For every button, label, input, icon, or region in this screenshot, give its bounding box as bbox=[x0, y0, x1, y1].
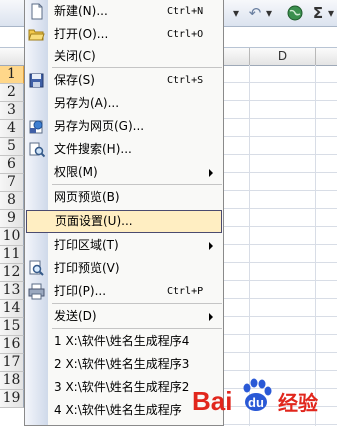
print-preview-icon bbox=[28, 260, 45, 277]
menu-item-label: 权限(M) bbox=[54, 165, 98, 179]
row-header-1[interactable]: 1 bbox=[0, 66, 24, 84]
row-header-16[interactable]: 16 bbox=[0, 336, 24, 354]
menu-item-label: 页面设置(U)... bbox=[55, 214, 133, 228]
autosum-dropdown-button[interactable]: ▾ bbox=[326, 3, 336, 23]
open-folder-icon bbox=[28, 26, 45, 43]
column-divider bbox=[315, 48, 316, 65]
menu-item-label: 3 X:\软件\姓名生成程序2 bbox=[54, 380, 190, 394]
menu-separator bbox=[52, 303, 222, 304]
row-header-4[interactable]: 4 bbox=[0, 120, 24, 138]
undo-button[interactable]: ↶ bbox=[246, 3, 264, 23]
row-header-2[interactable]: 2 bbox=[0, 84, 24, 102]
menu-item-6[interactable]: 另存为网页(G)... bbox=[25, 115, 223, 138]
submenu-arrow-icon bbox=[209, 313, 213, 321]
menu-item-label: 打印区域(T) bbox=[54, 238, 119, 252]
menu-item-label: 关闭(C) bbox=[54, 49, 96, 63]
file-menu: 新建(N)... Ctrl+N 打开(O)... Ctrl+O 关闭(C) 保存(S) Ct… bbox=[24, 0, 224, 426]
menu-item-label: 发送(D) bbox=[54, 309, 97, 323]
watermark-suffix: 经验 bbox=[278, 391, 318, 415]
menu-item-shortcut: Ctrl+P bbox=[167, 286, 204, 297]
submenu-arrow-icon bbox=[209, 169, 213, 177]
autosum-button[interactable]: Σ bbox=[310, 3, 326, 23]
menu-item-9[interactable]: 网页预览(B) bbox=[25, 186, 223, 209]
menu-item-3[interactable]: 关闭(C) bbox=[25, 45, 223, 68]
save-disk-icon bbox=[28, 72, 45, 89]
menu-item-label: 打印(P)... bbox=[54, 284, 107, 298]
menu-separator bbox=[52, 184, 222, 185]
row-header-19[interactable]: 19 bbox=[0, 390, 24, 408]
menu-item-label: 1 X:\软件\姓名生成程序4 bbox=[54, 334, 190, 348]
row-header-18[interactable]: 18 bbox=[0, 372, 24, 390]
printer-icon bbox=[28, 283, 45, 300]
row-header-17[interactable]: 17 bbox=[0, 354, 24, 372]
menu-item-label: 2 X:\软件\姓名生成程序3 bbox=[54, 357, 190, 371]
baidu-jingyan-watermark: Bai du 经验 bbox=[192, 368, 332, 424]
row-header-3[interactable]: 3 bbox=[0, 102, 24, 120]
menu-item-shortcut: Ctrl+S bbox=[167, 75, 204, 86]
menu-item-12[interactable]: 打印预览(V) bbox=[25, 257, 223, 280]
row-header-8[interactable]: 8 bbox=[0, 192, 24, 210]
row-header-12[interactable]: 12 bbox=[0, 264, 24, 282]
menu-item-2[interactable]: 打开(O)... Ctrl+O bbox=[25, 23, 223, 46]
menu-separator bbox=[52, 328, 222, 329]
menu-item-shortcut: Ctrl+O bbox=[167, 29, 204, 40]
new-document-icon bbox=[28, 3, 45, 20]
menu-item-8[interactable]: 权限(M) bbox=[25, 161, 223, 184]
row-header-13[interactable]: 13 bbox=[0, 282, 24, 300]
menu-item-label: 网页预览(B) bbox=[54, 190, 120, 204]
menu-item-1[interactable]: 新建(N)... Ctrl+N bbox=[25, 0, 223, 23]
column-header-d[interactable]: D bbox=[250, 48, 315, 65]
hyperlink-globe-icon[interactable] bbox=[285, 3, 305, 23]
menu-item-label: 4 X:\软件\姓名生成程序 bbox=[54, 403, 182, 417]
svg-text:Bai: Bai bbox=[192, 386, 232, 416]
undo-dropdown-button[interactable]: ▾ bbox=[264, 3, 274, 23]
row-header-5[interactable]: 5 bbox=[0, 138, 24, 156]
menu-item-label: 另存为网页(G)... bbox=[54, 119, 145, 133]
svg-text:du: du bbox=[248, 395, 264, 410]
menu-item-label: 保存(S) bbox=[54, 73, 95, 87]
menu-item-label: 新建(N)... bbox=[54, 4, 108, 18]
menu-item-label: 打开(O)... bbox=[54, 27, 109, 41]
menu-item-label: 另存为(A)... bbox=[54, 96, 120, 110]
menu-item-15[interactable]: 1 X:\软件\姓名生成程序4 bbox=[25, 330, 223, 353]
menu-item-7[interactable]: 文件搜索(H)... bbox=[25, 138, 223, 161]
menu-item-11[interactable]: 打印区域(T) bbox=[25, 234, 223, 257]
save-web-page-icon bbox=[28, 118, 45, 135]
menu-item-label: 打印预览(V) bbox=[54, 261, 120, 275]
toolbar-dropdown-button[interactable]: ▾ bbox=[230, 3, 242, 23]
menu-item-label: 文件搜索(H)... bbox=[54, 142, 132, 156]
row-header-6[interactable]: 6 bbox=[0, 156, 24, 174]
menu-item-10[interactable]: 页面设置(U)... bbox=[26, 210, 222, 233]
menu-item-5[interactable]: 另存为(A)... bbox=[25, 92, 223, 115]
row-header-15[interactable]: 15 bbox=[0, 318, 24, 336]
row-header-10[interactable]: 10 bbox=[0, 228, 24, 246]
menu-item-14[interactable]: 发送(D) bbox=[25, 305, 223, 328]
submenu-arrow-icon bbox=[209, 242, 213, 250]
row-header-9[interactable]: 9 bbox=[0, 210, 24, 228]
menu-item-shortcut: Ctrl+N bbox=[167, 6, 204, 17]
menu-item-13[interactable]: 打印(P)... Ctrl+P bbox=[25, 280, 223, 303]
row-header-14[interactable]: 14 bbox=[0, 300, 24, 318]
row-header-11[interactable]: 11 bbox=[0, 246, 24, 264]
menu-item-4[interactable]: 保存(S) Ctrl+S bbox=[25, 69, 223, 92]
file-search-icon bbox=[28, 141, 46, 158]
row-header-7[interactable]: 7 bbox=[0, 174, 24, 192]
